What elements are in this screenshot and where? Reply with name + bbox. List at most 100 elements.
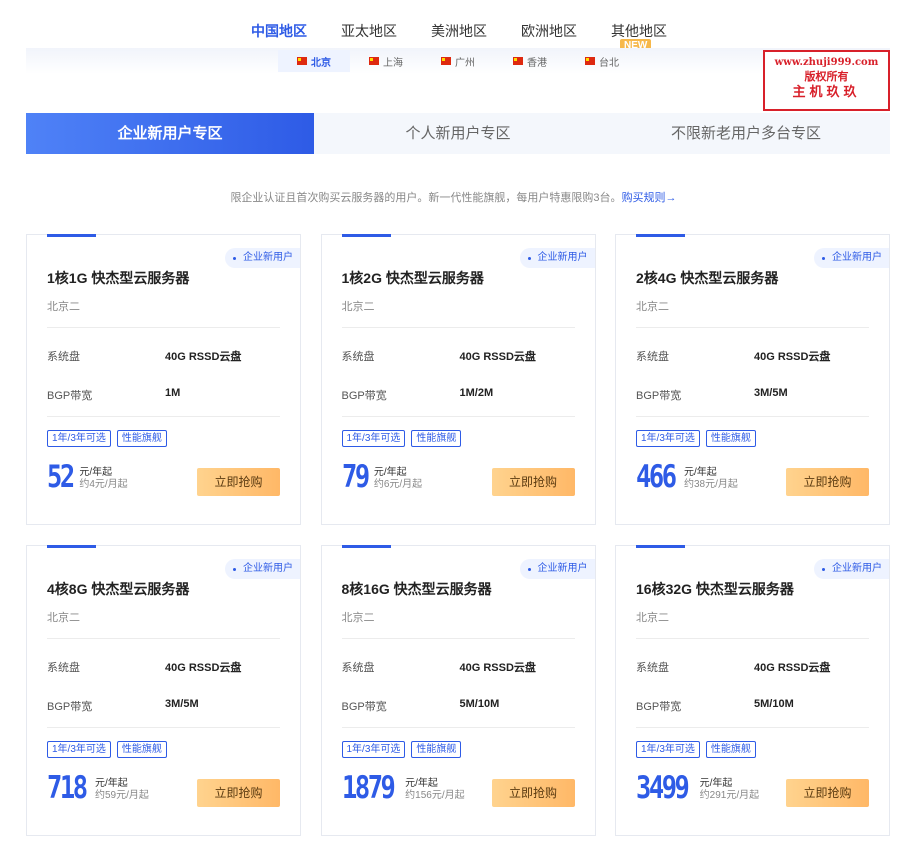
region-tab-china[interactable]: 中国地区: [234, 18, 324, 51]
divider: [636, 727, 869, 728]
disk-value: 40G RSSD云盘: [165, 351, 242, 363]
buy-now-button[interactable]: 立即抢购: [786, 779, 869, 807]
product-card: 企业新用户 16核32G 快杰型云服务器 北京二 系统盘 40G RSSD云盘 …: [615, 545, 890, 836]
monthly-price: 约156元/月起: [405, 790, 465, 801]
buy-now-button[interactable]: 立即抢购: [197, 468, 280, 496]
divider: [47, 416, 280, 417]
card-tags: 1年/3年可选 性能旗舰: [47, 741, 167, 758]
bandwidth-label: BGP带宽: [636, 701, 682, 713]
buy-now-button[interactable]: 立即抢购: [491, 468, 575, 496]
purchase-rules-link[interactable]: 购买规则→: [622, 192, 677, 204]
performance-tag: 性能旗舰: [116, 430, 167, 447]
watermark-name: 主机玖玖: [792, 85, 861, 100]
city-label: 北京: [311, 57, 331, 69]
card-price: 1879 元/年起 约156元/月起: [342, 772, 465, 804]
watermark-rights: 版权所有: [804, 70, 849, 83]
disk-value: 40G RSSD云盘: [165, 662, 242, 674]
card-zone: 北京二: [47, 612, 80, 624]
city-list: 北京 上海 广州 香港 台北: [278, 50, 638, 72]
china-flag-icon: [369, 57, 379, 65]
card-accent-line: [47, 545, 96, 548]
card-price: 3499 元/年起 约291元/月起: [636, 772, 759, 804]
price-unit-group: 元/年起 约4元/月起: [79, 467, 127, 491]
disk-label: 系统盘: [636, 351, 669, 363]
region-tab-label: 美洲地区: [431, 23, 487, 39]
performance-tag: 性能旗舰: [705, 430, 756, 447]
enterprise-user-badge: 企业新用户: [814, 248, 889, 268]
city-beijing[interactable]: 北京: [278, 50, 350, 72]
city-label: 台北: [599, 57, 619, 69]
monthly-price: 约291元/月起: [699, 790, 760, 801]
region-tabs: 中国地区 亚太地区 美洲地区 欧洲地区 其他地区: [234, 18, 684, 51]
bandwidth-label: BGP带宽: [47, 390, 93, 402]
product-card: 企业新用户 8核16G 快杰型云服务器 北京二 系统盘 40G RSSD云盘 B…: [320, 545, 596, 836]
china-flag-icon: [297, 57, 307, 65]
term-tag: 1年/3年可选: [636, 430, 700, 447]
enterprise-user-badge: 企业新用户: [225, 559, 300, 579]
price-number: 1879: [341, 770, 396, 806]
card-zone: 北京二: [636, 301, 669, 313]
china-flag-icon: [585, 57, 595, 65]
price-unit-group: 元/年起 约38元/月起: [684, 467, 738, 491]
zone-tab-label: 不限新老用户多台专区: [670, 125, 821, 142]
bandwidth-value: 5M/10M: [754, 698, 794, 710]
card-tags: 1年/3年可选 性能旗舰: [341, 741, 462, 758]
china-flag-icon: [441, 57, 451, 65]
divider: [341, 727, 575, 728]
city-label: 广州: [455, 57, 475, 69]
zone-tab-personal[interactable]: 个人新用户专区: [314, 113, 602, 154]
performance-tag: 性能旗舰: [411, 430, 462, 447]
product-card: 企业新用户 1核2G 快杰型云服务器 北京二 系统盘 40G RSSD云盘 BG…: [320, 234, 596, 525]
card-accent-line: [341, 545, 391, 548]
divider: [47, 327, 280, 328]
monthly-price: 约38元/月起: [684, 479, 738, 490]
monthly-price: 约59元/月起: [95, 790, 149, 801]
price-unit-group: 元/年起 约156元/月起: [405, 778, 464, 802]
card-zone: 北京二: [341, 301, 375, 313]
product-card: 企业新用户 1核1G 快杰型云服务器 北京二 系统盘 40G RSSD云盘 BG…: [26, 234, 301, 525]
card-title: 1核1G 快杰型云服务器: [47, 270, 190, 286]
buy-now-button[interactable]: 立即抢购: [491, 779, 575, 807]
enterprise-user-badge: 企业新用户: [814, 559, 889, 579]
bandwidth-label: BGP带宽: [341, 701, 387, 713]
product-card-grid: 企业新用户 1核1G 快杰型云服务器 北京二 系统盘 40G RSSD云盘 BG…: [26, 234, 890, 836]
price-unit-group: 元/年起 约6元/月起: [374, 467, 422, 491]
term-tag: 1年/3年可选: [47, 430, 111, 447]
price-unit: 元/年起: [373, 467, 407, 478]
disk-label: 系统盘: [47, 351, 80, 363]
region-tab-label: 亚太地区: [341, 23, 397, 39]
card-zone: 北京二: [47, 301, 80, 313]
city-guangzhou[interactable]: 广州: [422, 50, 494, 72]
divider: [341, 638, 575, 639]
buy-now-button[interactable]: 立即抢购: [786, 468, 869, 496]
monthly-price: 约6元/月起: [373, 479, 423, 490]
divider: [636, 327, 869, 328]
zone-tab-unlimited[interactable]: 不限新老用户多台专区: [602, 113, 890, 154]
performance-tag: 性能旗舰: [116, 741, 167, 758]
enterprise-user-badge: 企业新用户: [225, 248, 300, 268]
disk-value: 40G RSSD云盘: [459, 662, 536, 674]
disk-value: 40G RSSD云盘: [754, 351, 831, 363]
price-unit: 元/年起: [95, 778, 128, 789]
zone-tab-label: 企业新用户专区: [117, 125, 223, 142]
disk-value: 40G RSSD云盘: [754, 662, 831, 674]
card-accent-line: [47, 234, 96, 237]
region-tab-asia-pacific[interactable]: 亚太地区: [324, 18, 414, 48]
buy-now-button[interactable]: 立即抢购: [197, 779, 280, 807]
city-hongkong[interactable]: 香港: [494, 50, 566, 72]
bandwidth-value: 1M: [165, 387, 181, 399]
zone-description: 限企业认证且首次购买云服务器的用户。新一代性能旗舰，每用户特惠限购3台。购买规则…: [0, 190, 907, 206]
region-tab-americas[interactable]: 美洲地区: [414, 18, 504, 48]
zone-tab-label: 个人新用户专区: [405, 125, 511, 142]
disk-label: 系统盘: [636, 662, 669, 674]
city-taipei[interactable]: 台北: [566, 50, 638, 72]
divider: [636, 638, 869, 639]
zone-tab-enterprise[interactable]: 企业新用户专区: [26, 113, 314, 154]
term-tag: 1年/3年可选: [47, 741, 111, 758]
region-tab-europe[interactable]: 欧洲地区: [504, 18, 594, 48]
bandwidth-label: BGP带宽: [341, 390, 387, 402]
card-zone: 北京二: [636, 612, 669, 624]
bandwidth-value: 3M/5M: [754, 387, 788, 399]
city-shanghai[interactable]: 上海: [350, 50, 422, 72]
card-accent-line: [341, 234, 391, 237]
